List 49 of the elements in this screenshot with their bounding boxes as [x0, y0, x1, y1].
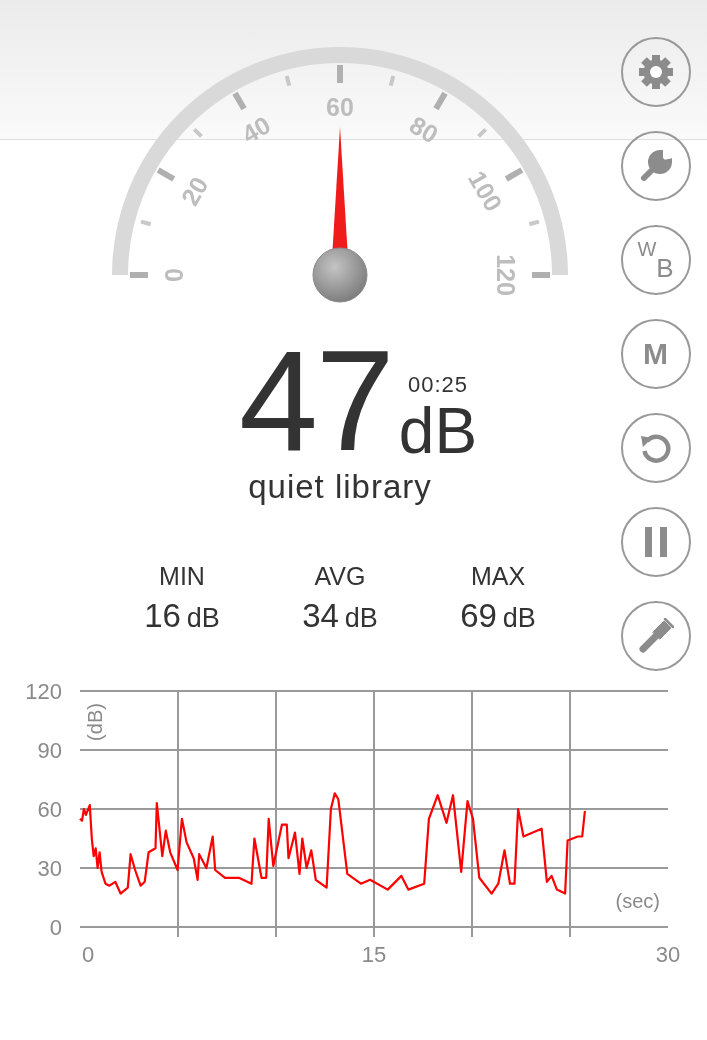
stat-value: 16 dB [144, 597, 220, 635]
settings-button[interactable] [620, 37, 691, 107]
gauge-label: 80 [404, 110, 444, 149]
settings-icon [638, 55, 673, 89]
pause-icon [642, 527, 669, 557]
pause-button[interactable] [620, 507, 691, 577]
tick-mark [156, 167, 176, 182]
decibel-unit: dB [398, 398, 478, 464]
x-tick-label: 15 [361, 941, 387, 967]
flashlight-button[interactable] [620, 601, 691, 671]
tick-mark [140, 219, 152, 227]
gauge-label: 40 [236, 110, 276, 149]
stat-value: 69 dB [460, 597, 536, 635]
gauge-label: 60 [326, 93, 354, 121]
tick-mark [232, 91, 247, 111]
tick-mark [130, 272, 148, 278]
flashlight-icon [637, 618, 674, 654]
tick-mark [528, 219, 540, 227]
wrench-button[interactable] [620, 131, 691, 201]
x-axis-label: (sec) [615, 890, 660, 912]
tick-mark [532, 272, 550, 278]
reset-button[interactable] [620, 413, 691, 483]
gauge-label: 0 [160, 268, 188, 282]
stat-value: 34 dB [302, 597, 378, 635]
y-tick-label: 60 [37, 796, 62, 822]
tick-mark [388, 75, 396, 87]
wrench-icon [638, 149, 673, 183]
tick-mark [477, 127, 488, 138]
y-tick-label: 0 [49, 914, 62, 940]
tick-mark [504, 167, 524, 182]
gauge-label: 100 [462, 165, 509, 217]
stat-label: AVG [314, 562, 366, 591]
gauge-label: 20 [175, 171, 214, 211]
tick-mark [433, 91, 448, 111]
tick-mark [284, 75, 292, 87]
y-axis-label: (dB) [84, 703, 106, 741]
y-tick-label: 90 [37, 737, 62, 763]
text-button[interactable]: M [620, 319, 691, 389]
y-tick-label: 30 [37, 855, 62, 881]
gauge-label: 120 [492, 254, 520, 296]
stat-label: MIN [159, 562, 205, 591]
stat-label: MAX [470, 562, 526, 591]
tick-mark [192, 127, 203, 138]
x-tick-label: 0 [81, 941, 95, 967]
needle-hub [312, 247, 368, 303]
tick-mark [337, 65, 343, 83]
x-tick-label: 30 [655, 941, 681, 967]
timer: 00:25 [407, 372, 468, 398]
y-tick-label: 120 [25, 680, 62, 704]
